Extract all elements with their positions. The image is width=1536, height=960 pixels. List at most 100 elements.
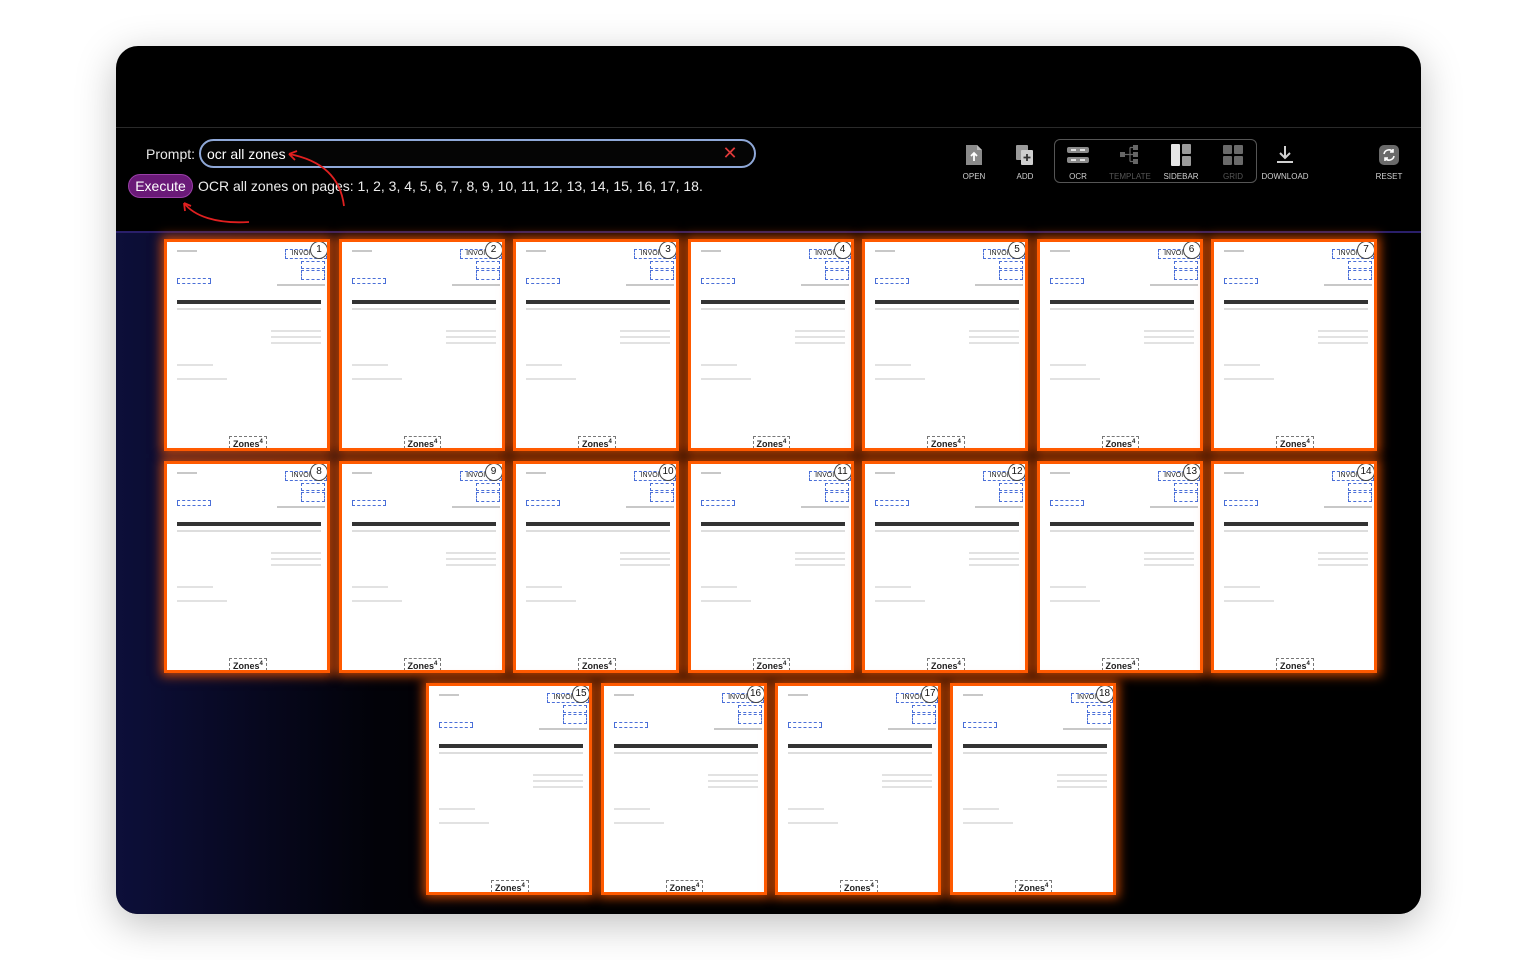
clear-icon[interactable]: ✕ (720, 142, 740, 164)
text-line (439, 752, 583, 754)
page-number-badge: 13 (1182, 464, 1200, 481)
ocr-zone (737, 705, 762, 713)
page-thumbnail[interactable]: 15 INVOICE Zones4 (426, 683, 592, 895)
execute-button[interactable]: Execute (128, 174, 193, 198)
add-button[interactable]: ADD (999, 142, 1051, 181)
open-button[interactable]: OPEN (948, 142, 1000, 181)
text-line (1049, 586, 1086, 588)
text-line (613, 694, 634, 696)
page-thumbnail[interactable]: 5 INVOICE Zones4 (862, 239, 1028, 451)
ocr-zone (301, 492, 325, 502)
app-window: Prompt: ✕ Execute OCR all zones on pages… (116, 46, 1421, 914)
text-line (526, 364, 562, 366)
reset-button[interactable]: RESET (1363, 142, 1415, 181)
ocr-zone (439, 722, 473, 728)
text-line (1224, 378, 1274, 380)
page-thumbnail[interactable]: 17 INVOICE Zones4 (775, 683, 941, 895)
ocr-button[interactable]: OCR (1052, 142, 1104, 181)
page-thumbnail[interactable]: 10 INVOICE Zones4 (513, 461, 679, 673)
ocr-zone (1086, 705, 1111, 713)
text-line (1049, 308, 1194, 310)
ocr-zone (1173, 261, 1198, 269)
text-line (800, 284, 849, 286)
template-tree-icon (1120, 145, 1138, 164)
ocr-zone (999, 483, 1023, 491)
ocr-zone (824, 270, 849, 280)
table-header-bar (875, 522, 1019, 526)
ocr-zone (999, 261, 1023, 269)
grid-button[interactable]: GRID (1207, 142, 1259, 181)
text-line (613, 822, 664, 824)
page-number-badge: 17 (921, 686, 938, 703)
text-line (620, 552, 670, 554)
page-thumbnail[interactable]: 4 INVOICE Zones4 (687, 239, 854, 451)
ocr-zone (351, 278, 386, 284)
page-thumbnail[interactable]: 6 INVOICE Zones4 (1036, 239, 1203, 451)
ocr-zone (301, 483, 325, 491)
text-line (177, 364, 213, 366)
text-line (533, 774, 583, 776)
ocr-zone (475, 270, 500, 280)
open-label: OPEN (962, 172, 986, 181)
text-line (271, 552, 321, 554)
text-line (875, 600, 925, 602)
template-button[interactable]: TEMPLATE (1104, 142, 1156, 181)
page-thumbnail[interactable]: 11 INVOICE Zones4 (687, 461, 854, 673)
text-line (271, 342, 321, 344)
text-line (882, 786, 932, 788)
page-number-badge: 11 (833, 464, 851, 481)
ocr-zone (737, 714, 762, 724)
page-thumbnail[interactable]: 2 INVOICE Zones4 (338, 239, 505, 451)
table-header-bar (1224, 522, 1368, 526)
text-line (1062, 728, 1111, 730)
ocr-zone (301, 270, 325, 280)
page-thumbnail[interactable]: 12 INVOICE Zones4 (862, 461, 1028, 673)
table-header-bar (700, 522, 845, 526)
text-line (1224, 250, 1244, 252)
page-number-badge: 5 (1008, 242, 1025, 259)
page-number-badge: 10 (659, 464, 676, 481)
page-thumbnail[interactable]: 7 INVOICE Zones4 (1211, 239, 1377, 451)
text-line (613, 808, 650, 810)
table-header-bar (439, 744, 583, 748)
page-thumbnail[interactable]: 8 INVOICE Zones4 (164, 461, 330, 673)
table-header-bar (526, 522, 670, 526)
ocr-zone (875, 500, 909, 506)
text-line (1318, 558, 1368, 560)
page-thumbnail[interactable]: 1 INVOICE Zones4 (164, 239, 330, 451)
page-thumbnail[interactable]: 18 INVOICE Zones4 (949, 683, 1116, 895)
table-header-bar (788, 744, 932, 748)
ocr-zone (824, 261, 849, 269)
zones-badge: Zones4 (229, 658, 267, 670)
page-thumbnail[interactable]: 3 INVOICE Zones4 (513, 239, 679, 451)
text-line (626, 506, 674, 508)
ocr-zone (1348, 492, 1372, 502)
download-button[interactable]: DOWNLOAD (1259, 142, 1311, 181)
prompt-input[interactable] (199, 139, 756, 168)
page-thumbnail[interactable]: 9 INVOICE Zones4 (338, 461, 505, 673)
page-number-badge: 6 (1182, 242, 1200, 259)
zones-badge: Zones4 (927, 436, 965, 448)
zones-badge: Zones4 (403, 436, 442, 448)
text-line (1149, 506, 1198, 508)
sidebar-button[interactable]: SIDEBAR (1155, 142, 1207, 181)
page-thumbnail[interactable]: 13 INVOICE Zones4 (1036, 461, 1203, 673)
text-line (1224, 586, 1260, 588)
page-number-badge: 16 (746, 686, 764, 703)
text-line (707, 786, 758, 788)
table-header-bar (700, 300, 845, 304)
table-header-bar (177, 300, 321, 304)
ocr-zone (999, 270, 1023, 280)
text-line (277, 506, 325, 508)
text-line (177, 530, 321, 532)
page-thumbnail[interactable]: 14 INVOICE Zones4 (1211, 461, 1377, 673)
table-header-bar (962, 744, 1107, 748)
text-line (177, 250, 197, 252)
ocr-zone (526, 278, 560, 284)
zones-badge: Zones4 (578, 436, 616, 448)
zones-badge: Zones4 (840, 880, 878, 892)
text-line (713, 728, 762, 730)
text-line (1224, 308, 1368, 310)
page-thumbnail[interactable]: 16 INVOICE Zones4 (600, 683, 767, 895)
add-file-icon (1016, 145, 1033, 165)
